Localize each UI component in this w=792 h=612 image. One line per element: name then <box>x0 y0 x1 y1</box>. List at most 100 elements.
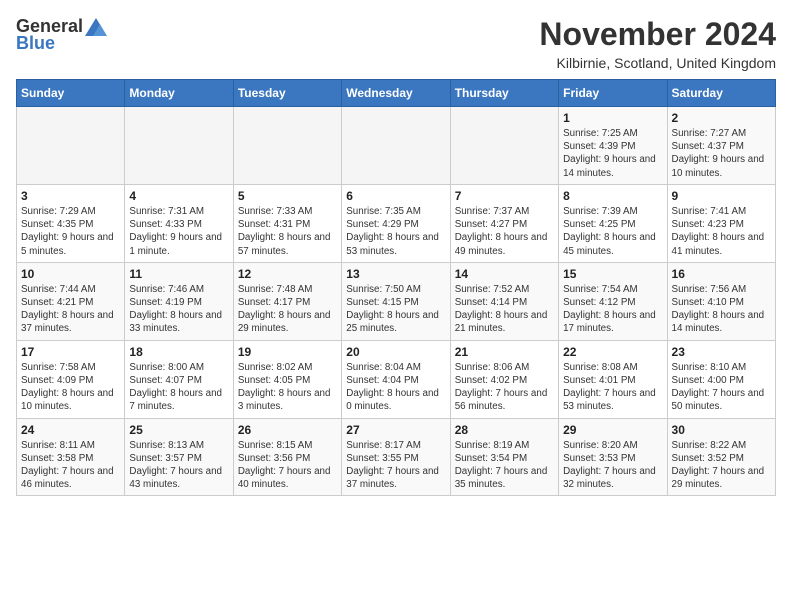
header-monday: Monday <box>125 80 233 107</box>
day-number: 17 <box>21 345 120 359</box>
day-info: Sunrise: 7:39 AMSunset: 4:25 PMDaylight:… <box>563 205 662 258</box>
header-thursday: Thursday <box>450 80 558 107</box>
day-info: Sunrise: 8:04 AMSunset: 4:04 PMDaylight:… <box>346 361 445 414</box>
day-number: 6 <box>346 189 445 203</box>
table-row: 6 Sunrise: 7:35 AMSunset: 4:29 PMDaylight… <box>342 184 450 262</box>
table-row: 23 Sunrise: 8:10 AMSunset: 4:00 PMDayligh… <box>667 340 775 418</box>
day-number: 18 <box>129 345 228 359</box>
day-number: 26 <box>238 423 337 437</box>
day-number: 10 <box>21 267 120 281</box>
day-number: 16 <box>672 267 771 281</box>
day-number: 21 <box>455 345 554 359</box>
day-number: 28 <box>455 423 554 437</box>
calendar-table: Sunday Monday Tuesday Wednesday Thursday… <box>16 79 776 496</box>
table-row <box>125 107 233 185</box>
table-row: 8 Sunrise: 7:39 AMSunset: 4:25 PMDaylight… <box>559 184 667 262</box>
table-row: 25 Sunrise: 8:13 AMSunset: 3:57 PMDayligh… <box>125 418 233 496</box>
logo: General Blue <box>16 16 107 54</box>
calendar-week-row: 17 Sunrise: 7:58 AMSunset: 4:09 PMDayligh… <box>17 340 776 418</box>
table-row: 14Sunrise: 7:52 AMSunset: 4:14 PMDayligh… <box>450 262 558 340</box>
day-info: Sunrise: 8:22 AMSunset: 3:52 PMDaylight:… <box>672 439 771 492</box>
table-row: 10 Sunrise: 7:44 AMSunset: 4:21 PMDayligh… <box>17 262 125 340</box>
day-info: Sunrise: 8:17 AMSunset: 3:55 PMDaylight:… <box>346 439 445 492</box>
table-row: 9 Sunrise: 7:41 AMSunset: 4:23 PMDaylight… <box>667 184 775 262</box>
day-number: 23 <box>672 345 771 359</box>
table-row <box>233 107 341 185</box>
table-row: 26 Sunrise: 8:15 AMSunset: 3:56 PMDayligh… <box>233 418 341 496</box>
day-number: 4 <box>129 189 228 203</box>
header-friday: Friday <box>559 80 667 107</box>
day-number: 8 <box>563 189 662 203</box>
day-number: 13 <box>346 267 445 281</box>
day-number: 11 <box>129 267 228 281</box>
calendar-week-row: 24 Sunrise: 8:11 AMSunset: 3:58 PMDayligh… <box>17 418 776 496</box>
table-row: 18 Sunrise: 8:00 AMSunset: 4:07 PMDayligh… <box>125 340 233 418</box>
day-number: 1 <box>563 111 662 125</box>
day-info: Sunrise: 8:10 AMSunset: 4:00 PMDaylight:… <box>672 361 771 414</box>
day-number: 12 <box>238 267 337 281</box>
table-row: 11 Sunrise: 7:46 AMSunset: 4:19 PMDayligh… <box>125 262 233 340</box>
header: General Blue November 2024 Kilbirnie, Sc… <box>16 16 776 71</box>
day-number: 14 <box>455 267 554 281</box>
day-number: 5 <box>238 189 337 203</box>
calendar-week-row: 1 Sunrise: 7:25 AMSunset: 4:39 PMDaylight… <box>17 107 776 185</box>
day-number: 9 <box>672 189 771 203</box>
day-info: Sunrise: 8:02 AMSunset: 4:05 PMDaylight:… <box>238 361 337 414</box>
table-row: 4Sunrise: 7:31 AMSunset: 4:33 PMDaylight… <box>125 184 233 262</box>
day-info: Sunrise: 8:11 AMSunset: 3:58 PMDaylight:… <box>21 439 120 492</box>
day-info: Sunrise: 8:15 AMSunset: 3:56 PMDaylight:… <box>238 439 337 492</box>
table-row: 28 Sunrise: 8:19 AMSunset: 3:54 PMDayligh… <box>450 418 558 496</box>
header-tuesday: Tuesday <box>233 80 341 107</box>
table-row <box>17 107 125 185</box>
header-saturday: Saturday <box>667 80 775 107</box>
day-info: Sunrise: 8:19 AMSunset: 3:54 PMDaylight:… <box>455 439 554 492</box>
day-info: Sunrise: 7:41 AMSunset: 4:23 PMDaylight:… <box>672 205 771 258</box>
day-number: 25 <box>129 423 228 437</box>
day-number: 30 <box>672 423 771 437</box>
day-info: Sunrise: 8:13 AMSunset: 3:57 PMDaylight:… <box>129 439 228 492</box>
table-row <box>342 107 450 185</box>
table-row: 1 Sunrise: 7:25 AMSunset: 4:39 PMDaylight… <box>559 107 667 185</box>
day-info: Sunrise: 7:25 AMSunset: 4:39 PMDaylight:… <box>563 127 662 180</box>
day-number: 27 <box>346 423 445 437</box>
day-number: 29 <box>563 423 662 437</box>
table-row <box>450 107 558 185</box>
day-info: Sunrise: 8:00 AMSunset: 4:07 PMDaylight:… <box>129 361 228 414</box>
table-row: 17 Sunrise: 7:58 AMSunset: 4:09 PMDayligh… <box>17 340 125 418</box>
day-info: Sunrise: 8:08 AMSunset: 4:01 PMDaylight:… <box>563 361 662 414</box>
day-info: Sunrise: 7:54 AMSunset: 4:12 PMDaylight:… <box>563 283 662 336</box>
day-info: Sunrise: 7:33 AMSunset: 4:31 PMDaylight:… <box>238 205 337 258</box>
day-info: Sunrise: 8:06 AMSunset: 4:02 PMDaylight:… <box>455 361 554 414</box>
header-wednesday: Wednesday <box>342 80 450 107</box>
table-row: 21 Sunrise: 8:06 AMSunset: 4:02 PMDayligh… <box>450 340 558 418</box>
location: Kilbirnie, Scotland, United Kingdom <box>539 55 776 71</box>
day-info: Sunrise: 7:44 AMSunset: 4:21 PMDaylight:… <box>21 283 120 336</box>
table-row: 30 Sunrise: 8:22 AMSunset: 3:52 PMDayligh… <box>667 418 775 496</box>
table-row: 2 Sunrise: 7:27 AMSunset: 4:37 PMDaylight… <box>667 107 775 185</box>
table-row: 7 Sunrise: 7:37 AMSunset: 4:27 PMDaylight… <box>450 184 558 262</box>
table-row: 22Sunrise: 8:08 AMSunset: 4:01 PMDayligh… <box>559 340 667 418</box>
table-row: 20Sunrise: 8:04 AMSunset: 4:04 PMDayligh… <box>342 340 450 418</box>
day-number: 2 <box>672 111 771 125</box>
day-info: Sunrise: 7:37 AMSunset: 4:27 PMDaylight:… <box>455 205 554 258</box>
header-sunday: Sunday <box>17 80 125 107</box>
day-number: 15 <box>563 267 662 281</box>
day-number: 3 <box>21 189 120 203</box>
day-info: Sunrise: 7:50 AMSunset: 4:15 PMDaylight:… <box>346 283 445 336</box>
calendar-week-row: 3 Sunrise: 7:29 AMSunset: 4:35 PMDaylight… <box>17 184 776 262</box>
table-row: 12 Sunrise: 7:48 AMSunset: 4:17 PMDayligh… <box>233 262 341 340</box>
table-row: 5 Sunrise: 7:33 AMSunset: 4:31 PMDaylight… <box>233 184 341 262</box>
day-info: Sunrise: 7:27 AMSunset: 4:37 PMDaylight:… <box>672 127 771 180</box>
table-row: 27 Sunrise: 8:17 AMSunset: 3:55 PMDayligh… <box>342 418 450 496</box>
day-number: 24 <box>21 423 120 437</box>
day-info: Sunrise: 7:35 AMSunset: 4:29 PMDaylight:… <box>346 205 445 258</box>
table-row: 19 Sunrise: 8:02 AMSunset: 4:05 PMDayligh… <box>233 340 341 418</box>
month-title: November 2024 <box>539 16 776 53</box>
day-info: Sunrise: 8:20 AMSunset: 3:53 PMDaylight:… <box>563 439 662 492</box>
day-number: 19 <box>238 345 337 359</box>
day-info: Sunrise: 7:48 AMSunset: 4:17 PMDaylight:… <box>238 283 337 336</box>
day-info: Sunrise: 7:58 AMSunset: 4:09 PMDaylight:… <box>21 361 120 414</box>
day-info: Sunrise: 7:29 AMSunset: 4:35 PMDaylight:… <box>21 205 120 258</box>
day-number: 7 <box>455 189 554 203</box>
day-info: Sunrise: 7:46 AMSunset: 4:19 PMDaylight:… <box>129 283 228 336</box>
